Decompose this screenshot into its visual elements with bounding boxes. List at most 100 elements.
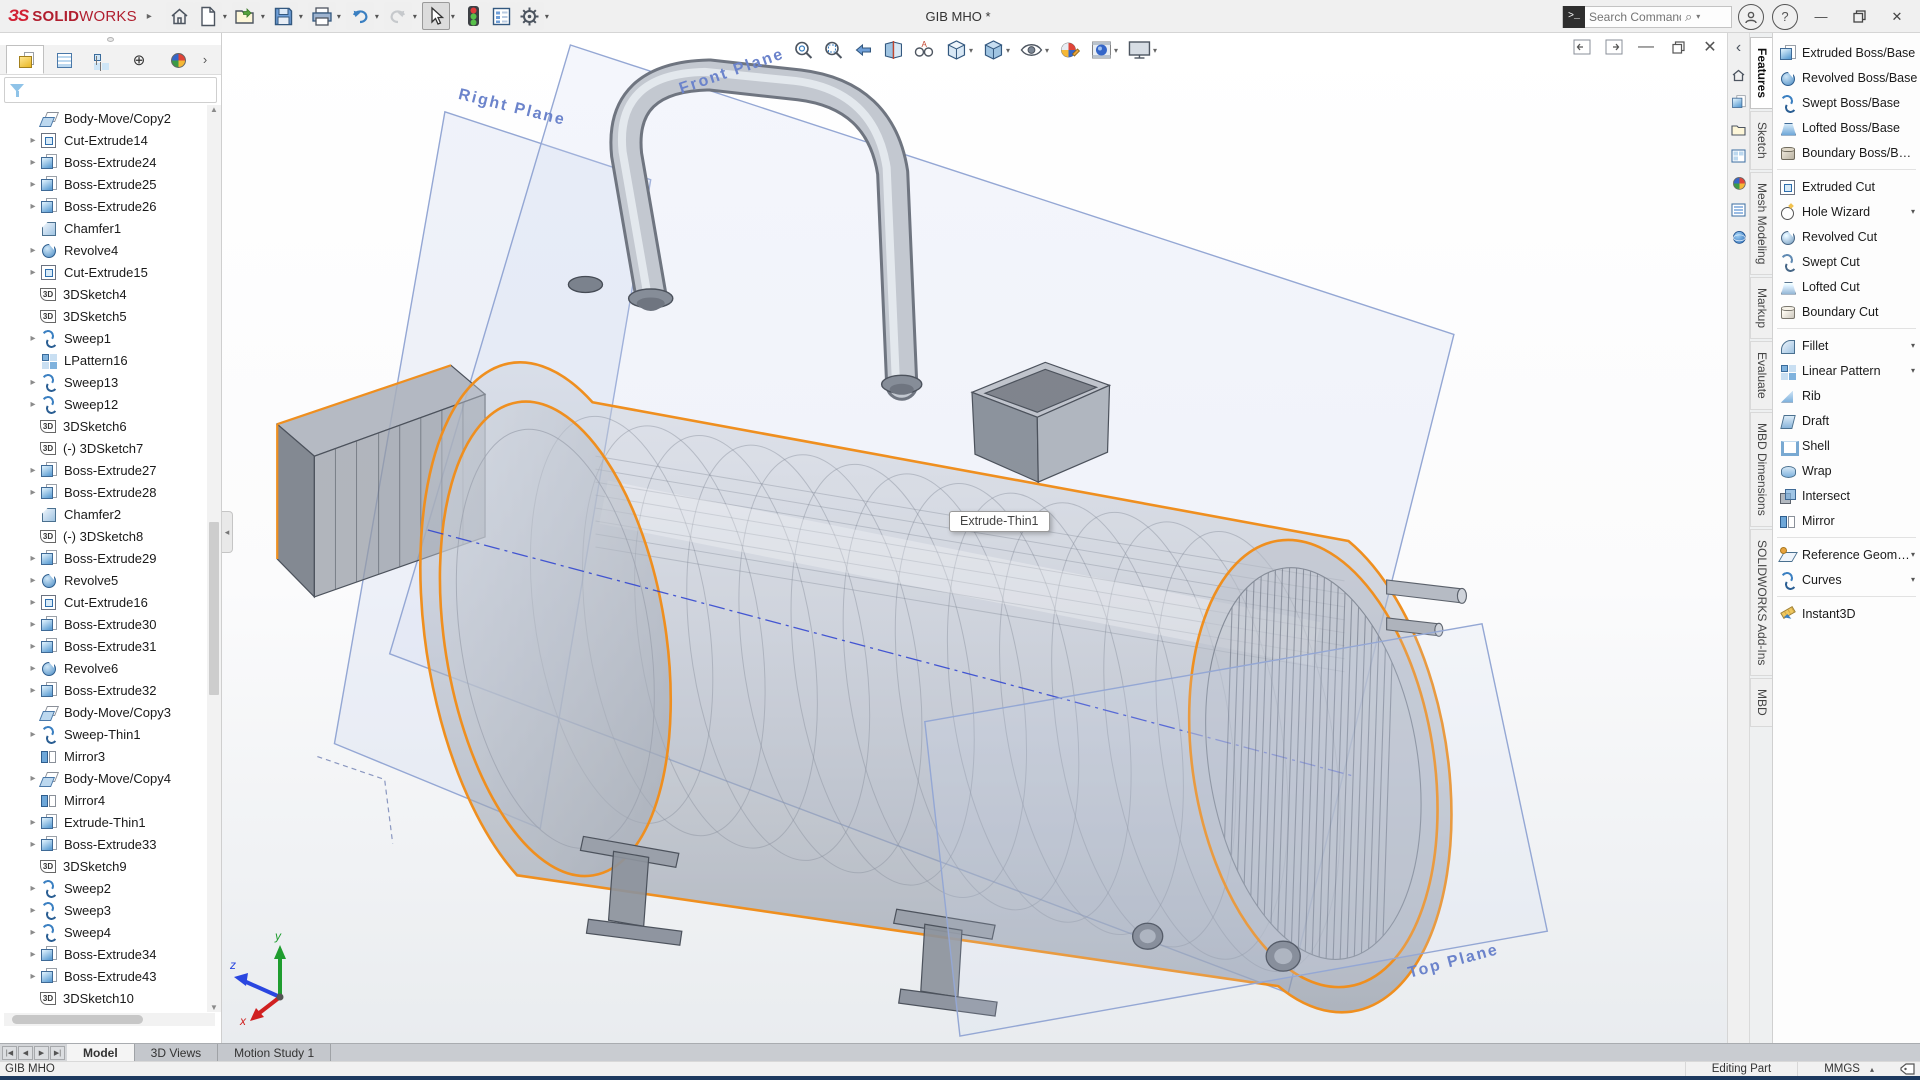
- tab-configuration-manager[interactable]: [82, 45, 120, 74]
- solidworks-resources-icon[interactable]: [1730, 93, 1748, 111]
- section-view-button[interactable]: [879, 37, 907, 63]
- tab-featuremanager-design-tree[interactable]: [6, 45, 44, 74]
- expand-arrow-icon[interactable]: ▸: [26, 883, 40, 894]
- expand-arrow-icon[interactable]: ▸: [26, 135, 40, 146]
- feature-tree-item[interactable]: ▸Boss-Extrude30: [0, 613, 207, 635]
- expand-arrow-icon[interactable]: ▸: [26, 245, 40, 256]
- expand-arrow-icon[interactable]: ▸: [26, 465, 40, 476]
- feature-tree-item[interactable]: ▸Cut-Extrude16: [0, 591, 207, 613]
- feature-tree-item[interactable]: 3DSketch6: [0, 415, 207, 437]
- custom-properties-icon[interactable]: [1730, 201, 1748, 219]
- feature-tree-item[interactable]: LPattern16: [0, 349, 207, 371]
- feature-tree-item[interactable]: ▸Boss-Extrude27: [0, 459, 207, 481]
- open-caret-icon[interactable]: ▾: [261, 12, 265, 21]
- tab-property-manager[interactable]: [44, 45, 82, 74]
- expand-arrow-icon[interactable]: ▸: [26, 377, 40, 388]
- file-properties-button[interactable]: [488, 2, 516, 30]
- expand-arrow-icon[interactable]: ▸: [26, 179, 40, 190]
- lofted-boss-base-button[interactable]: Lofted Boss/Base: [1773, 115, 1920, 140]
- scrollbar-thumb[interactable]: [12, 1015, 143, 1024]
- feature-tree-item[interactable]: ▸Sweep-Thin1: [0, 723, 207, 745]
- units-selector[interactable]: MMGS ▴: [1824, 1063, 1874, 1075]
- expand-arrow-icon[interactable]: ▸: [26, 971, 40, 982]
- expand-arrow-icon[interactable]: ▸: [26, 685, 40, 696]
- search-caret-icon[interactable]: ▾: [1692, 12, 1704, 21]
- pane-split-right-button[interactable]: [1603, 37, 1625, 57]
- feature-tree-item[interactable]: Body-Move/Copy2: [0, 107, 207, 129]
- feature-tree-item[interactable]: ▸Boss-Extrude34: [0, 943, 207, 965]
- feature-tree-item[interactable]: 3DSketch5: [0, 305, 207, 327]
- home-button[interactable]: [166, 2, 194, 30]
- linear-pattern-button[interactable]: Linear Pattern▾: [1773, 358, 1920, 383]
- feature-tree-item[interactable]: ▸Boss-Extrude31: [0, 635, 207, 657]
- help-icon[interactable]: ?: [1772, 4, 1798, 30]
- save-button[interactable]: [270, 2, 298, 30]
- feature-tree-item[interactable]: ▸Cut-Extrude15: [0, 261, 207, 283]
- curves-button[interactable]: Curves▾: [1773, 567, 1920, 592]
- feature-tree-item[interactable]: ▸Boss-Extrude26: [0, 195, 207, 217]
- display-style-button[interactable]: ▾: [978, 37, 1013, 63]
- tab-display-manager[interactable]: [158, 45, 196, 74]
- sheet-tab-motion-study-1[interactable]: Motion Study 1: [218, 1044, 331, 1061]
- tab-mbd[interactable]: MBD: [1750, 678, 1773, 727]
- hide-show-items-button[interactable]: ▾: [1015, 37, 1052, 63]
- print-button[interactable]: [308, 2, 336, 30]
- previous-view-button[interactable]: [849, 37, 877, 63]
- dropdown-caret-icon[interactable]: ▾: [1911, 341, 1915, 350]
- restore-button[interactable]: [1842, 4, 1876, 30]
- feature-tree-item[interactable]: Chamfer2: [0, 503, 207, 525]
- feature-tree-item[interactable]: (-) 3DSketch7: [0, 437, 207, 459]
- intersect-button[interactable]: Intersect: [1773, 483, 1920, 508]
- mirror-button[interactable]: Mirror: [1773, 508, 1920, 533]
- shell-button[interactable]: Shell: [1773, 433, 1920, 458]
- extruded-cut-button[interactable]: Extruded Cut: [1773, 174, 1920, 199]
- reference-geome--button[interactable]: Reference Geome...▾: [1773, 542, 1920, 567]
- feature-tree-item[interactable]: ▸Cut-Extrude14: [0, 129, 207, 151]
- tabs-more-icon[interactable]: ›: [196, 45, 214, 74]
- tree-horizontal-scrollbar[interactable]: [4, 1013, 215, 1026]
- expand-arrow-icon[interactable]: ▸: [26, 839, 40, 850]
- expand-arrow-icon[interactable]: ▸: [26, 817, 40, 828]
- expand-arrow-icon[interactable]: ▸: [26, 927, 40, 938]
- doc-restore-button[interactable]: [1667, 37, 1689, 57]
- home-tab-icon[interactable]: [1730, 66, 1748, 84]
- dynamic-annotation-views-button[interactable]: A: [909, 37, 939, 63]
- open-button[interactable]: [232, 2, 260, 30]
- tab-mbd-dimensions[interactable]: MBD Dimensions: [1750, 412, 1773, 527]
- revolved-boss-base-button[interactable]: Revolved Boss/Base: [1773, 65, 1920, 90]
- sheet-tab-model[interactable]: Model: [67, 1044, 135, 1061]
- expand-arrow-icon[interactable]: ▸: [26, 949, 40, 960]
- 3d-content-central-icon[interactable]: [1730, 228, 1748, 246]
- expand-arrow-icon[interactable]: ▸: [26, 399, 40, 410]
- fillet-button[interactable]: Fillet▾: [1773, 333, 1920, 358]
- scrollbar-thumb[interactable]: [209, 522, 219, 694]
- select-caret-icon[interactable]: ▾: [451, 12, 455, 21]
- feature-tree-item[interactable]: ▸Sweep1: [0, 327, 207, 349]
- nav-next-button[interactable]: ▶: [34, 1046, 49, 1060]
- redo-button[interactable]: [384, 2, 412, 30]
- feature-tree-item[interactable]: 3DSketch4: [0, 283, 207, 305]
- feature-tree-item[interactable]: ▸Boss-Extrude33: [0, 833, 207, 855]
- dropdown-caret-icon[interactable]: ▾: [1911, 575, 1915, 584]
- scroll-down-icon[interactable]: ▼: [210, 1003, 218, 1012]
- feature-tree-item[interactable]: ▸Sweep12: [0, 393, 207, 415]
- feature-tree-item[interactable]: ▸Boss-Extrude25: [0, 173, 207, 195]
- expand-arrow-icon[interactable]: ▸: [26, 905, 40, 916]
- feature-tree-item[interactable]: ▸Revolve4: [0, 239, 207, 261]
- panel-splitter-handle[interactable]: [0, 33, 221, 45]
- undo-button[interactable]: [346, 2, 374, 30]
- feature-tree-item[interactable]: ▸Boss-Extrude24: [0, 151, 207, 173]
- view-orientation-button[interactable]: ▾: [941, 37, 976, 63]
- nav-first-button[interactable]: |◀: [2, 1046, 17, 1060]
- expand-arrow-icon[interactable]: ▸: [26, 267, 40, 278]
- feature-tree-item[interactable]: Body-Move/Copy3: [0, 701, 207, 723]
- feature-tree-item[interactable]: ▸Boss-Extrude28: [0, 481, 207, 503]
- boundary-boss-base-button[interactable]: Boundary Boss/Base: [1773, 140, 1920, 165]
- close-button[interactable]: ✕: [1880, 4, 1914, 30]
- feature-tree-item[interactable]: ▸Sweep5: [0, 1009, 207, 1012]
- apply-scene-button[interactable]: ▾: [1086, 37, 1121, 63]
- new-document-button[interactable]: [194, 2, 222, 30]
- graphics-viewport[interactable]: A ▾ ▾ ▾ ▾: [222, 33, 1727, 1043]
- menu-expand-icon[interactable]: ▸: [147, 11, 152, 22]
- expand-arrow-icon[interactable]: ▸: [26, 487, 40, 498]
